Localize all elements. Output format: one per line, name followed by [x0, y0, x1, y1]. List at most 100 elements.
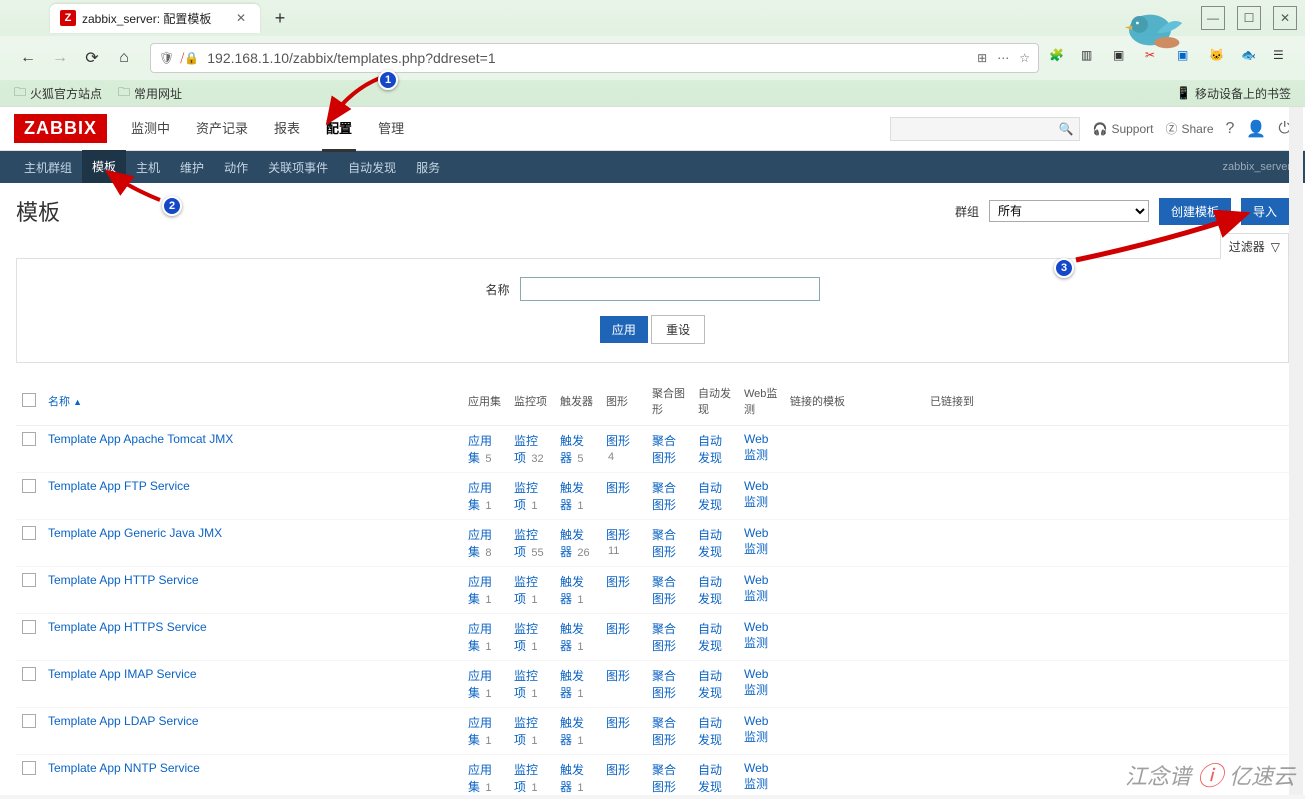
support-link[interactable]: 🎧Support [1092, 122, 1153, 136]
applications-link[interactable]: 应用集 1 [468, 622, 492, 653]
web-link[interactable]: Web监测 [744, 526, 768, 556]
triggers-link[interactable]: 触发器 1 [560, 716, 584, 747]
applications-link[interactable]: 应用集 1 [468, 481, 492, 512]
group-select[interactable]: 所有 [989, 200, 1149, 222]
col-name-header[interactable]: 名称 ▲ [48, 396, 82, 408]
vertical-scrollbar[interactable] [1289, 107, 1303, 795]
extension-cat-icon[interactable]: 🐱 [1209, 48, 1229, 68]
breadcrumb-server[interactable]: zabbix_server [1223, 161, 1291, 173]
graphs-link[interactable]: 图形 [606, 481, 630, 495]
discovery-link[interactable]: 自动发现 [698, 575, 722, 606]
row-checkbox[interactable] [22, 573, 36, 587]
template-name-link[interactable]: Template App LDAP Service [48, 714, 199, 728]
items-link[interactable]: 监控项 32 [514, 434, 544, 465]
triggers-link[interactable]: 触发器 1 [560, 763, 584, 794]
discovery-link[interactable]: 自动发现 [698, 434, 722, 465]
template-name-link[interactable]: Template App Generic Java JMX [48, 526, 222, 540]
row-checkbox[interactable] [22, 667, 36, 681]
triggers-link[interactable]: 触发器 1 [560, 669, 584, 700]
submenu-maintenance[interactable]: 维护 [170, 151, 214, 184]
graphs-link[interactable]: 图形 11 [606, 528, 630, 557]
triggers-link[interactable]: 触发器 1 [560, 575, 584, 606]
topmenu-administration[interactable]: 管理 [374, 106, 408, 152]
sidebar-icon[interactable]: ▣ [1113, 48, 1133, 68]
browser-tab[interactable]: Z zabbix_server: 配置模板 ✕ [50, 4, 260, 33]
row-checkbox[interactable] [22, 432, 36, 446]
extension-fish-icon[interactable]: 🐟 [1241, 48, 1261, 68]
filter-name-input[interactable] [520, 277, 820, 301]
topmenu-configuration[interactable]: 配置 [322, 106, 356, 152]
page-actions-icon[interactable]: ⋯ [997, 51, 1009, 65]
web-link[interactable]: Web监测 [744, 432, 768, 462]
graphs-link[interactable]: 图形 [606, 669, 630, 683]
web-link[interactable]: Web监测 [744, 761, 768, 791]
extension-badge-icon[interactable]: ▣ [1177, 48, 1197, 68]
topmenu-monitoring[interactable]: 监测中 [127, 106, 174, 152]
screens-link[interactable]: 聚合图形 [652, 434, 676, 465]
graphs-link[interactable]: 图形 [606, 575, 630, 589]
applications-link[interactable]: 应用集 5 [468, 434, 492, 465]
mobile-bookmarks[interactable]: 📱移动设备上的书签 [1176, 85, 1291, 102]
search-icon[interactable]: 🔍 [1059, 122, 1074, 136]
filter-reset-button[interactable]: 重设 [651, 315, 705, 344]
create-template-button[interactable]: 创建模板 [1159, 198, 1231, 225]
graphs-link[interactable]: 图形 4 [606, 434, 630, 463]
reader-mode-icon[interactable]: ⊞ [977, 51, 987, 65]
back-button[interactable]: ← [14, 44, 42, 72]
reload-button[interactable]: ⟳ [78, 44, 106, 72]
discovery-link[interactable]: 自动发现 [698, 669, 722, 700]
applications-link[interactable]: 应用集 1 [468, 575, 492, 606]
web-link[interactable]: Web监测 [744, 573, 768, 603]
template-name-link[interactable]: Template App Apache Tomcat JMX [48, 432, 233, 446]
user-profile-icon[interactable]: 👤 [1246, 119, 1266, 139]
filter-apply-button[interactable]: 应用 [600, 316, 648, 343]
row-checkbox[interactable] [22, 479, 36, 493]
insecure-lock-icon[interactable]: ⧸🔒 [180, 51, 199, 66]
library-icon[interactable]: ▥ [1081, 48, 1101, 68]
items-link[interactable]: 监控项 1 [514, 763, 538, 794]
screens-link[interactable]: 聚合图形 [652, 622, 676, 653]
template-name-link[interactable]: Template App HTTPS Service [48, 620, 207, 634]
search-input[interactable] [897, 122, 1058, 136]
applications-link[interactable]: 应用集 8 [468, 528, 492, 559]
shield-icon[interactable]: 🛡 [159, 51, 174, 65]
template-name-link[interactable]: Template App IMAP Service [48, 667, 197, 681]
screens-link[interactable]: 聚合图形 [652, 575, 676, 606]
screens-link[interactable]: 聚合图形 [652, 669, 676, 700]
template-name-link[interactable]: Template App HTTP Service [48, 573, 199, 587]
applications-link[interactable]: 应用集 1 [468, 669, 492, 700]
applications-link[interactable]: 应用集 1 [468, 716, 492, 747]
topmenu-inventory[interactable]: 资产记录 [192, 106, 252, 152]
items-link[interactable]: 监控项 1 [514, 716, 538, 747]
screens-link[interactable]: 聚合图形 [652, 763, 676, 794]
discovery-link[interactable]: 自动发现 [698, 528, 722, 559]
triggers-link[interactable]: 触发器 1 [560, 481, 584, 512]
web-link[interactable]: Web监测 [744, 479, 768, 509]
bookmark-firefox-official[interactable]: 🗀火狐官方站点 [14, 83, 102, 104]
topmenu-reports[interactable]: 报表 [270, 106, 304, 152]
share-link[interactable]: ⓏShare [1165, 120, 1213, 137]
app-menu-icon[interactable]: ☰ [1273, 48, 1293, 68]
items-link[interactable]: 监控项 55 [514, 528, 544, 559]
web-link[interactable]: Web监测 [744, 620, 768, 650]
filter-toggle[interactable]: 过滤器 ▽ [1220, 233, 1289, 259]
zabbix-logo[interactable]: ZABBIX [14, 114, 107, 143]
window-minimize-button[interactable]: — [1201, 6, 1225, 30]
tab-close-icon[interactable]: ✕ [236, 11, 250, 25]
window-maximize-button[interactable]: ☐ [1237, 6, 1261, 30]
submenu-templates[interactable]: 模板 [82, 150, 126, 185]
template-name-link[interactable]: Template App NNTP Service [48, 761, 200, 775]
submenu-hostgroups[interactable]: 主机群组 [14, 151, 82, 184]
select-all-checkbox[interactable] [22, 393, 36, 407]
home-button[interactable]: ⌂ [110, 44, 138, 72]
graphs-link[interactable]: 图形 [606, 763, 630, 777]
graphs-link[interactable]: 图形 [606, 716, 630, 730]
discovery-link[interactable]: 自动发现 [698, 481, 722, 512]
import-button[interactable]: 导入 [1241, 198, 1289, 225]
row-checkbox[interactable] [22, 620, 36, 634]
screens-link[interactable]: 聚合图形 [652, 716, 676, 747]
row-checkbox[interactable] [22, 714, 36, 728]
discovery-link[interactable]: 自动发现 [698, 716, 722, 747]
global-search[interactable]: 🔍 [890, 117, 1080, 141]
items-link[interactable]: 监控项 1 [514, 669, 538, 700]
